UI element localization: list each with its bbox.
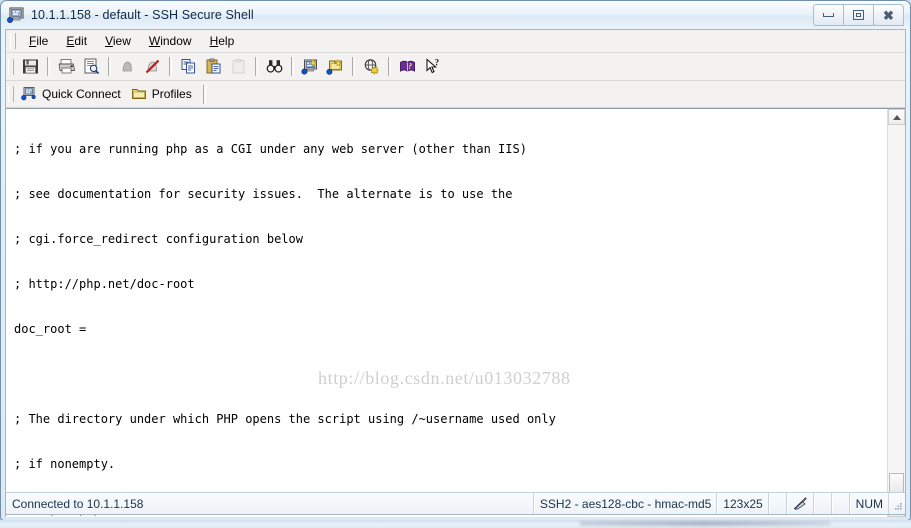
toolbar-separator bbox=[255, 57, 258, 76]
toolbar-separator bbox=[291, 57, 294, 76]
status-bar: Connected to 10.1.1.158 SSH2 - aes128-cb… bbox=[5, 492, 906, 515]
close-button[interactable]: ✖ bbox=[873, 4, 904, 26]
profiles-button[interactable]: Profiles bbox=[128, 84, 199, 105]
menu-bar: File Edit View Window Help bbox=[6, 30, 905, 53]
copy-icon[interactable] bbox=[177, 56, 200, 78]
menu-item-help[interactable]: Help bbox=[201, 32, 244, 50]
paste-disabled-icon bbox=[227, 56, 250, 78]
desktop-taskbar-strip bbox=[0, 520, 911, 528]
menu-item-edit[interactable]: Edit bbox=[57, 32, 96, 50]
new-file-transfer-icon[interactable] bbox=[324, 56, 347, 78]
disconnect-icon[interactable] bbox=[141, 56, 164, 78]
menu-item-window[interactable]: Window bbox=[140, 32, 201, 50]
toolbar-separator bbox=[108, 57, 111, 76]
quick-connect-icon bbox=[21, 86, 37, 102]
toolbar-drag-grip[interactable] bbox=[8, 58, 14, 75]
close-icon: ✖ bbox=[883, 7, 894, 23]
ssh-secure-shell-window: 10.1.1.158 - default - SSH Secure Shell … bbox=[0, 0, 911, 521]
status-panel-blank-2 bbox=[813, 493, 832, 514]
terminal-line: ; see documentation for security issues.… bbox=[14, 187, 513, 201]
toolbar-separator bbox=[388, 57, 391, 76]
profiles-folder-icon bbox=[131, 86, 147, 102]
quick-connect-label: Quick Connect bbox=[42, 87, 121, 101]
terminal-output[interactable]: ; if you are running php as a CGI under … bbox=[6, 109, 887, 517]
connect-icon[interactable] bbox=[116, 56, 139, 78]
status-terminal-size: 123x25 bbox=[717, 493, 769, 514]
main-toolbar: ? bbox=[6, 53, 905, 81]
toolbar-separator bbox=[169, 57, 172, 76]
terminal-line: ; The directory under which PHP opens th… bbox=[14, 412, 556, 426]
context-help-icon[interactable]: ? bbox=[421, 56, 444, 78]
terminal-line: ; cgi.force_redirect configuration below bbox=[14, 232, 303, 246]
encoding-icon[interactable] bbox=[786, 493, 814, 514]
client-area: File Edit View Window Help ? Quick Conne… bbox=[5, 29, 906, 517]
quick-connect-button[interactable]: Quick Connect bbox=[18, 84, 128, 105]
svg-text:?: ? bbox=[435, 57, 440, 67]
terminal-line: ; if you are running php as a CGI under … bbox=[14, 142, 527, 156]
menu-item-file[interactable]: File bbox=[20, 32, 57, 50]
print-icon[interactable] bbox=[55, 56, 78, 78]
profiles-label: Profiles bbox=[151, 87, 192, 101]
maximize-icon bbox=[853, 10, 864, 20]
new-terminal-icon[interactable] bbox=[299, 56, 322, 78]
save-icon[interactable] bbox=[19, 56, 42, 78]
chevron-up-icon bbox=[892, 114, 901, 120]
scroll-up-arrow[interactable] bbox=[888, 109, 905, 125]
taskbar-blurred-items bbox=[580, 521, 830, 526]
status-panel-blank-1 bbox=[768, 493, 787, 514]
status-num-lock: NUM bbox=[849, 493, 889, 514]
terminal-line: ; http://php.net/doc-root bbox=[14, 277, 195, 291]
status-panel-blank-3 bbox=[831, 493, 850, 514]
terminal-line: ; if nonempty. bbox=[14, 457, 116, 471]
find-icon[interactable] bbox=[263, 56, 286, 78]
terminal-line: doc_root = bbox=[14, 322, 87, 336]
menu-item-view[interactable]: View bbox=[96, 32, 140, 50]
toolbar-separator bbox=[47, 57, 50, 76]
minimize-icon bbox=[823, 13, 834, 17]
status-cipher: SSH2 - aes128-cbc - hmac-md5 bbox=[533, 493, 718, 514]
status-connection: Connected to 10.1.1.158 bbox=[6, 493, 534, 514]
quick-connect-toolbar: Quick Connect Profiles bbox=[6, 81, 905, 108]
maximize-button[interactable] bbox=[843, 4, 874, 26]
paste-icon[interactable] bbox=[202, 56, 225, 78]
help-book-icon[interactable] bbox=[396, 56, 419, 78]
toolbar-separator bbox=[352, 57, 355, 76]
menu-drag-grip[interactable] bbox=[10, 33, 16, 49]
ssh-terminal-icon bbox=[7, 6, 25, 24]
vertical-scrollbar[interactable] bbox=[887, 109, 905, 517]
settings-icon[interactable] bbox=[360, 56, 383, 78]
minimize-button[interactable] bbox=[813, 4, 844, 26]
window-title: 10.1.1.158 - default - SSH Secure Shell bbox=[31, 8, 254, 22]
resize-grip[interactable] bbox=[889, 493, 905, 514]
window-controls: ✖ bbox=[813, 4, 904, 26]
title-bar: 10.1.1.158 - default - SSH Secure Shell … bbox=[1, 1, 910, 29]
quickbar-drag-grip[interactable] bbox=[8, 86, 14, 102]
scrollbar-track[interactable] bbox=[888, 125, 905, 501]
toolbar-separator bbox=[202, 84, 206, 104]
terminal-region: ; if you are running php as a CGI under … bbox=[6, 108, 905, 517]
print-preview-icon[interactable] bbox=[80, 56, 103, 78]
